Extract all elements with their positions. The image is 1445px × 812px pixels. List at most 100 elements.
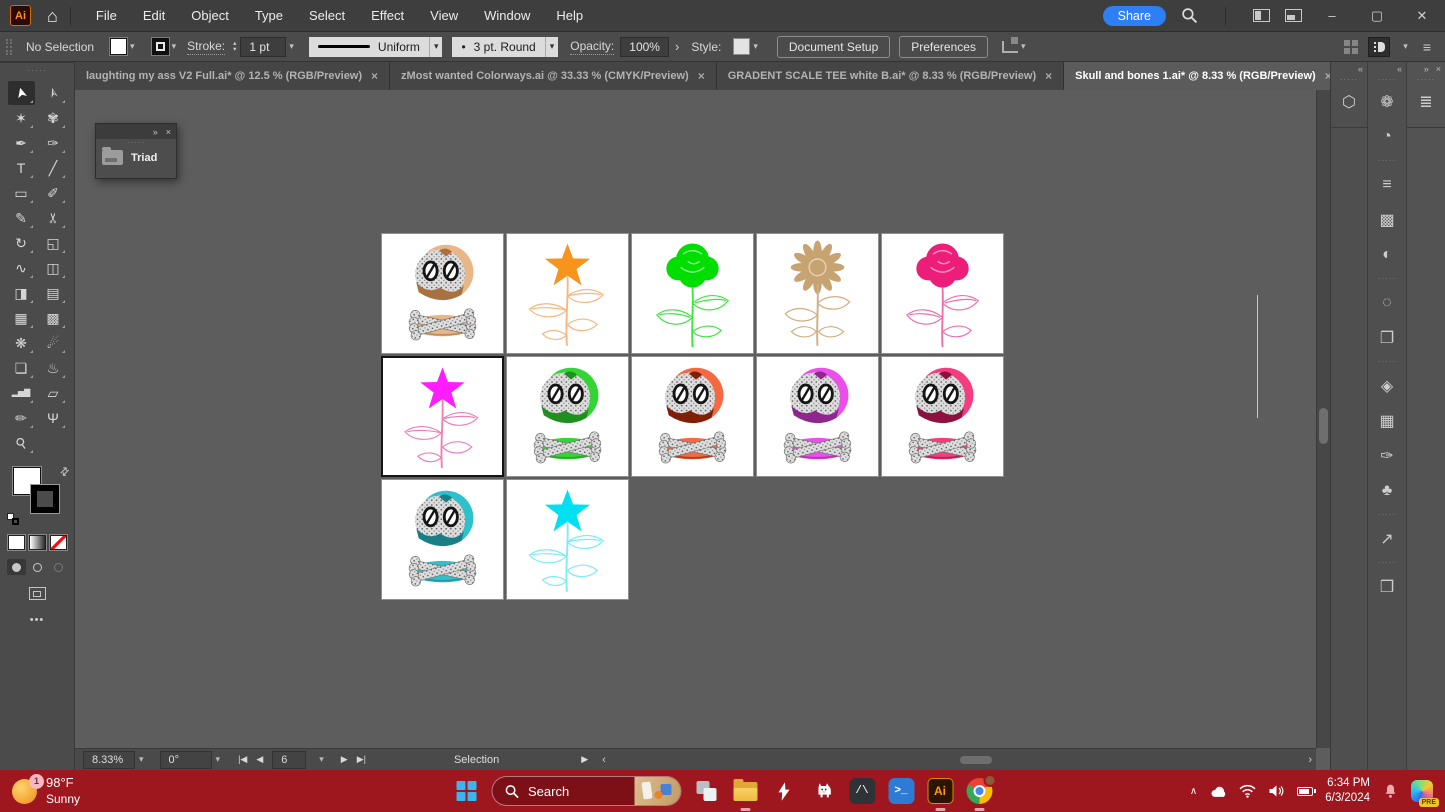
menu-file[interactable]: File: [83, 0, 130, 32]
tool-shape-builder[interactable]: ◨: [8, 281, 35, 305]
close-icon[interactable]: ×: [1436, 64, 1441, 74]
artboard-6[interactable]: [381, 356, 504, 477]
chevron-down-icon[interactable]: ▾: [753, 41, 758, 52]
appearance-panel-icon[interactable]: ◌: [1368, 285, 1406, 320]
symbols-panel-icon[interactable]: ♣: [1368, 473, 1406, 508]
vertical-scrollbar-thumb[interactable]: [1319, 408, 1328, 444]
layers-panel-icon[interactable]: ◈: [1368, 368, 1406, 403]
onedrive-icon[interactable]: [1209, 785, 1227, 798]
stroke-panel-icon[interactable]: ≡: [1368, 167, 1406, 202]
panel-grip[interactable]: ·····: [1368, 75, 1406, 84]
default-fill-stroke-icon[interactable]: [7, 513, 19, 525]
triad-label[interactable]: Triad: [131, 152, 157, 164]
search-box[interactable]: Search: [491, 776, 681, 806]
document-tab-2[interactable]: zMost wanted Colorways.ai @ 33.33 % (CMY…: [390, 62, 717, 90]
draw-behind-button[interactable]: [28, 559, 47, 575]
tool-pen[interactable]: ✒: [8, 131, 35, 155]
panel-grip[interactable]: ·····: [96, 139, 176, 147]
stroke-weight-field[interactable]: 1 pt: [240, 37, 286, 57]
collapse-icon[interactable]: »: [153, 127, 158, 137]
artboard-12[interactable]: [506, 479, 629, 600]
collapse-icon[interactable]: «: [1358, 64, 1363, 74]
document-tab-4[interactable]: Skull and bones 1.ai* @ 8.33 % (RGB/Prev…: [1064, 62, 1344, 90]
tool-pencil[interactable]: ✏: [8, 406, 35, 430]
preferences-button[interactable]: Preferences: [899, 36, 988, 58]
taskbar-illustrator[interactable]: Ai: [926, 777, 954, 805]
menu-select[interactable]: Select: [296, 0, 358, 32]
artboard-10[interactable]: [881, 356, 1004, 477]
artboard-4[interactable]: [756, 233, 879, 354]
tool-selection[interactable]: ➤: [8, 81, 35, 105]
zoom-level-field[interactable]: 8.33%: [83, 751, 135, 769]
rotation-field[interactable]: 0°: [160, 751, 212, 769]
document-tab-3[interactable]: GRADENT SCALE TEE white B.ai* @ 8.33 % (…: [717, 62, 1064, 90]
wifi-icon[interactable]: [1239, 784, 1256, 798]
opacity-label[interactable]: Opacity:: [570, 39, 614, 55]
links-panel-icon[interactable]: ❐: [1368, 320, 1406, 355]
tool-paintbrush[interactable]: ✐: [40, 181, 67, 205]
illustrator-logo[interactable]: Ai: [10, 5, 31, 26]
artboard-9[interactable]: [756, 356, 879, 477]
3d-and-materials-panel-icon[interactable]: ⬡: [1331, 84, 1367, 119]
taskbar-code-app[interactable]: /\: [848, 777, 876, 805]
first-artboard-button[interactable]: |◀: [238, 754, 247, 765]
artboard-number-field[interactable]: 6: [272, 751, 306, 769]
width-profile-chevron[interactable]: ▾: [429, 37, 443, 57]
tool-shaper[interactable]: ✎: [8, 206, 35, 230]
horizontal-scrollbar[interactable]: [610, 754, 1305, 766]
tool-eyedropper[interactable]: ☄: [40, 331, 67, 355]
workspace-layout-icon[interactable]: [1253, 9, 1270, 22]
tool-type[interactable]: T: [8, 156, 35, 180]
workspace-switcher[interactable]: [1368, 37, 1390, 57]
artboard-3[interactable]: [631, 233, 754, 354]
weather-widget[interactable]: 1 98°F Sunny: [12, 775, 80, 806]
tool-artboard-tool[interactable]: ▱: [40, 381, 67, 405]
stroke-swatch[interactable]: [152, 38, 169, 55]
collapse-icon[interactable]: «: [1397, 64, 1402, 74]
tool-gradient[interactable]: ▩: [40, 306, 67, 330]
start-button[interactable]: [452, 777, 480, 805]
tab-close-icon[interactable]: ×: [1045, 69, 1052, 83]
taskbar-llama-app[interactable]: [809, 777, 837, 805]
next-artboard-button[interactable]: ▶: [341, 754, 348, 765]
panel-layout-icon[interactable]: [1285, 9, 1302, 22]
menu-help[interactable]: Help: [543, 0, 596, 32]
panel-grip[interactable]: ·····: [1407, 75, 1445, 84]
tool-zoom[interactable]: ⚲: [8, 431, 35, 455]
stroke-weight-stepper[interactable]: ▴▾: [233, 41, 236, 52]
artboards-panel-icon[interactable]: ❒: [1368, 569, 1406, 604]
menu-type[interactable]: Type: [242, 0, 296, 32]
style-swatch[interactable]: [733, 38, 750, 55]
menu-effect[interactable]: Effect: [358, 0, 417, 32]
taskbar-task-view[interactable]: [692, 777, 720, 805]
search-icon[interactable]: [1181, 7, 1198, 24]
search-highlight-image[interactable]: [634, 777, 680, 806]
opacity-field[interactable]: 100%: [620, 37, 669, 57]
tool-magic-wand[interactable]: ✶: [8, 106, 35, 130]
chevron-down-icon[interactable]: ▾: [1021, 41, 1026, 52]
chevron-down-icon[interactable]: ▾: [216, 754, 221, 765]
tool-symbols[interactable]: ❏: [8, 356, 35, 380]
brush-chevron[interactable]: ▾: [545, 37, 559, 57]
tool-scissors[interactable]: ✂: [40, 206, 67, 230]
tool-rotate[interactable]: ↻: [8, 231, 35, 255]
vertical-scrollbar[interactable]: [1316, 90, 1330, 748]
tool-mesh[interactable]: ▦: [8, 306, 35, 330]
canvas[interactable]: [75, 90, 1315, 748]
tab-close-icon[interactable]: ×: [698, 69, 705, 83]
taskbar-lightning-app[interactable]: [770, 777, 798, 805]
artboard-7[interactable]: [506, 356, 629, 477]
share-button[interactable]: Share: [1103, 6, 1166, 26]
transparency-panel-icon[interactable]: ◐: [1368, 237, 1406, 272]
close-icon[interactable]: ×: [166, 127, 171, 137]
clock[interactable]: 6:34 PM 6/3/2024: [1325, 776, 1370, 806]
tool-symbol-sprayer[interactable]: ♨: [40, 356, 67, 380]
edit-toolbar-icon[interactable]: •••: [0, 614, 74, 626]
tool-lasso[interactable]: ✾: [40, 106, 67, 130]
chevron-down-icon[interactable]: ▾: [139, 754, 144, 765]
draw-normal-button[interactable]: [7, 559, 26, 575]
panel-grip[interactable]: ·····: [1331, 75, 1367, 84]
tool-graph[interactable]: ▂▅▇: [8, 381, 35, 405]
panel-grip[interactable]: ·····: [0, 65, 74, 75]
menu-object[interactable]: Object: [178, 0, 242, 32]
